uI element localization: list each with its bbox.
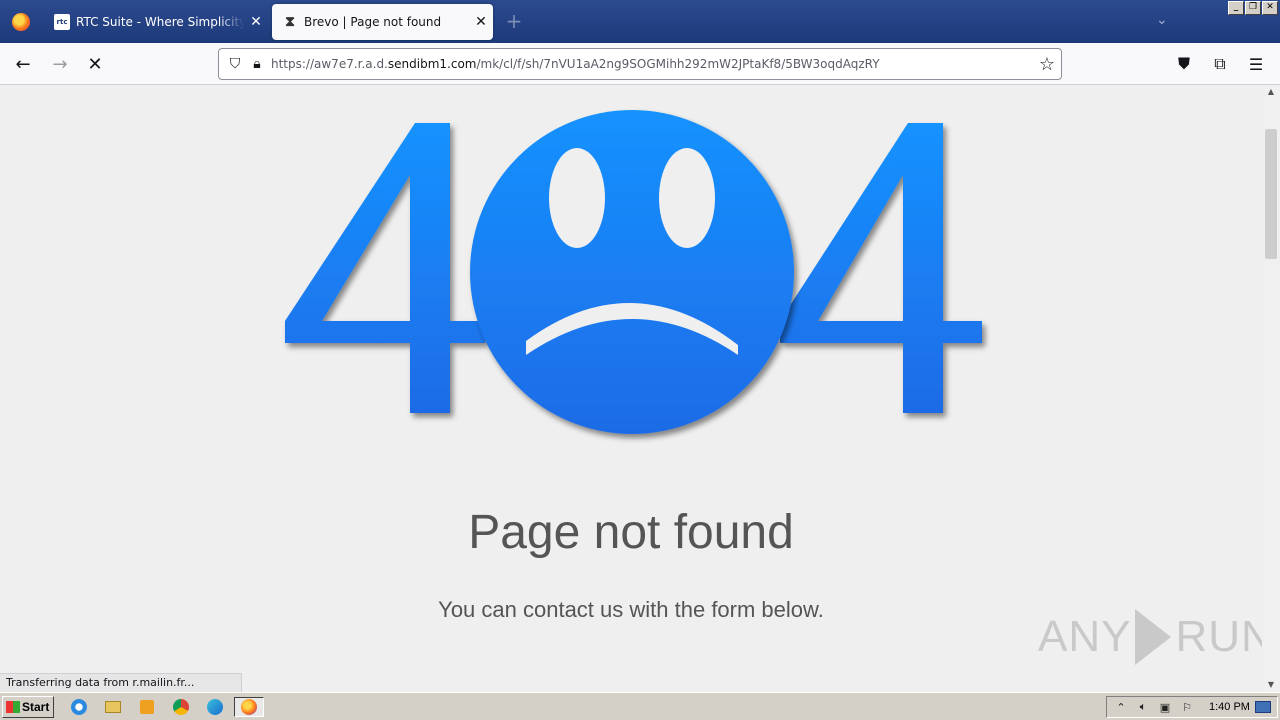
back-button[interactable]: ← [10, 51, 36, 77]
volume-icon[interactable]: 🔈︎ [1135, 700, 1151, 714]
scroll-down-icon[interactable]: ▼ [1262, 678, 1280, 692]
error-404-graphic [285, 110, 982, 434]
system-tray: ⌃ 🔈︎ ▣ ⚐ 1:40 PM [1106, 696, 1278, 718]
forward-button[interactable]: → [47, 51, 73, 77]
start-button[interactable]: Start [2, 696, 54, 718]
pocket-icon[interactable]: ⛊ [1173, 53, 1195, 75]
network-icon[interactable]: ▣ [1157, 701, 1173, 714]
bookmark-star-icon[interactable]: ☆ [1039, 54, 1055, 75]
explorer-icon[interactable] [102, 697, 124, 717]
firefox-icon [12, 12, 30, 31]
shield-icon[interactable]: ⛉ [227, 56, 243, 72]
clock[interactable]: 1:40 PM [1209, 701, 1250, 713]
tab-rtc-suite[interactable]: rtc RTC Suite - Where Simplicity Builds … [44, 4, 268, 40]
sad-face-icon [470, 110, 794, 434]
scrollbar-thumb[interactable] [1265, 129, 1277, 259]
close-window-button[interactable]: ✕ [1262, 1, 1278, 15]
vertical-scrollbar[interactable]: ▲ ▼ [1262, 85, 1280, 692]
window-controls: _ ❐ ✕ [1228, 1, 1278, 15]
digit-four-left [285, 123, 485, 413]
tab-title: RTC Suite - Where Simplicity Builds [76, 15, 244, 29]
url-text[interactable]: https://aw7e7.r.a.d.sendibm1.com/mk/cl/f… [271, 57, 880, 71]
tab-bar: rtc RTC Suite - Where Simplicity Builds … [0, 0, 1280, 43]
anyrun-watermark: ANY RUN [1038, 609, 1262, 665]
hourglass-icon: ⧗ [285, 14, 295, 30]
ie-icon[interactable] [68, 697, 90, 717]
page-title: Page not found [468, 506, 794, 559]
restore-button[interactable]: ❐ [1245, 1, 1261, 15]
stop-loading-button[interactable]: ✕ [82, 51, 108, 77]
status-bar: Transferring data from r.mailin.fr... [0, 673, 242, 692]
lock-icon[interactable]: 🔒︎ [249, 56, 265, 72]
close-tab-icon[interactable]: ✕ [469, 14, 493, 30]
show-desktop-icon[interactable] [1255, 701, 1271, 713]
list-all-tabs-icon[interactable]: ⌄ [1156, 12, 1168, 28]
windows-taskbar: Start ⌃ 🔈︎ ▣ ⚐ 1:40 PM [0, 692, 1280, 720]
minimize-button[interactable]: _ [1228, 1, 1244, 15]
tab-title: Brevo | Page not found [304, 15, 442, 29]
edge-icon[interactable] [204, 697, 226, 717]
chevron-up-icon[interactable]: ⌃ [1113, 701, 1129, 714]
chrome-icon[interactable] [170, 697, 192, 717]
scroll-up-icon[interactable]: ▲ [1262, 85, 1280, 99]
app-menu-icon[interactable]: ☰ [1245, 53, 1267, 75]
navigation-toolbar: ← → ✕ ⛉ 🔒︎ https://aw7e7.r.a.d.sendibm1.… [0, 43, 1280, 85]
face-right-eye [659, 148, 715, 248]
new-tab-button[interactable]: + [502, 10, 526, 34]
flag-icon[interactable]: ⚐ [1179, 701, 1195, 714]
digit-four-right [780, 123, 982, 413]
play-icon [1135, 609, 1172, 665]
extensions-icon[interactable]: ⧉ [1209, 53, 1231, 75]
page-content: Page not found You can contact us with t… [0, 85, 1262, 692]
media-player-icon[interactable] [136, 697, 158, 717]
windows-logo-icon [6, 701, 20, 713]
url-bar[interactable]: ⛉ 🔒︎ https://aw7e7.r.a.d.sendibm1.com/mk… [218, 48, 1062, 80]
rtc-icon: rtc [54, 14, 70, 30]
firefox-taskbar-icon[interactable] [234, 697, 264, 717]
firefox-menu-button[interactable] [0, 0, 42, 43]
close-tab-icon[interactable]: ✕ [244, 14, 268, 30]
face-left-eye [549, 148, 605, 248]
tab-brevo[interactable]: ⧗ Brevo | Page not found ✕ [272, 4, 493, 40]
